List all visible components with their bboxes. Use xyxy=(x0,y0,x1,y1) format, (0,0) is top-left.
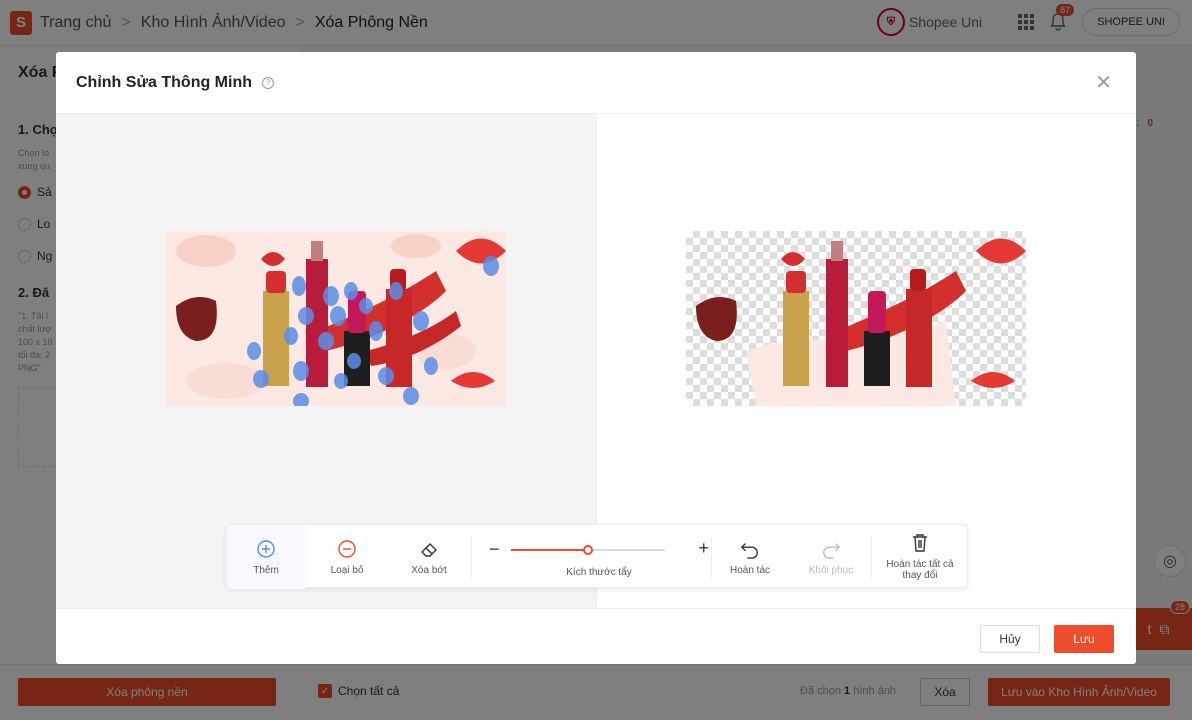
undo-all-label: Hoàn tác tất cả thay đổi xyxy=(886,559,954,581)
add-tool-button[interactable]: Thêm xyxy=(227,525,305,589)
remove-circle-icon xyxy=(337,539,357,559)
undo-icon xyxy=(740,539,760,559)
cancel-button[interactable]: Hủy xyxy=(980,625,1040,653)
brush-size-fill xyxy=(511,549,588,551)
redo-label: Khôi phục xyxy=(808,564,854,576)
save-button[interactable]: Lưu xyxy=(1054,625,1114,653)
brush-size-thumb[interactable] xyxy=(583,545,593,555)
trash-icon xyxy=(910,533,930,553)
erase-tool-label: Xóa bớt xyxy=(411,564,447,576)
undo-label: Hoàn tác xyxy=(729,564,771,576)
modal-header: Chỉnh Sửa Thông Minh ? ✕ xyxy=(56,52,1136,114)
toolbar-divider xyxy=(711,535,712,579)
close-icon[interactable]: ✕ xyxy=(1095,73,1112,93)
brush-decrease-icon[interactable]: − xyxy=(489,539,500,560)
add-tool-label: Thêm xyxy=(253,564,279,576)
brush-toolbar: Thêm Loại bỏ Xóa bớt − + Kích thước tẩy … xyxy=(226,524,968,589)
redo-icon xyxy=(821,539,841,559)
brush-size-label: Kích thước tẩy xyxy=(566,567,632,578)
preview-image xyxy=(686,231,1026,406)
brush-increase-icon[interactable]: + xyxy=(698,538,709,559)
eraser-icon xyxy=(419,539,439,559)
add-circle-icon xyxy=(256,539,276,559)
undo-all-button[interactable]: Hoàn tác tất cả thay đổi xyxy=(875,525,965,589)
undo-button[interactable]: Hoàn tác xyxy=(713,525,787,589)
brush-size-slider[interactable]: − + Kích thước tẩy xyxy=(489,525,709,589)
toolbar-divider xyxy=(871,535,872,579)
redo-button[interactable]: Khôi phục xyxy=(793,525,869,589)
help-icon[interactable]: ? xyxy=(262,76,274,89)
erase-tool-button[interactable]: Xóa bớt xyxy=(389,525,469,589)
source-image[interactable] xyxy=(166,231,506,406)
remove-tool-label: Loại bỏ xyxy=(330,564,364,576)
modal-footer: Hủy Lưu xyxy=(56,608,1136,664)
smart-edit-modal: Chỉnh Sửa Thông Minh ? ✕ Thêm Loại bỏ Xó… xyxy=(56,52,1136,664)
remove-tool-button[interactable]: Loại bỏ xyxy=(307,525,387,589)
editor-canvas-area: Thêm Loại bỏ Xóa bớt − + Kích thước tẩy … xyxy=(56,114,1136,608)
toolbar-divider xyxy=(471,535,472,579)
brush-size-track[interactable] xyxy=(511,545,665,555)
modal-title: Chỉnh Sửa Thông Minh xyxy=(76,73,252,91)
